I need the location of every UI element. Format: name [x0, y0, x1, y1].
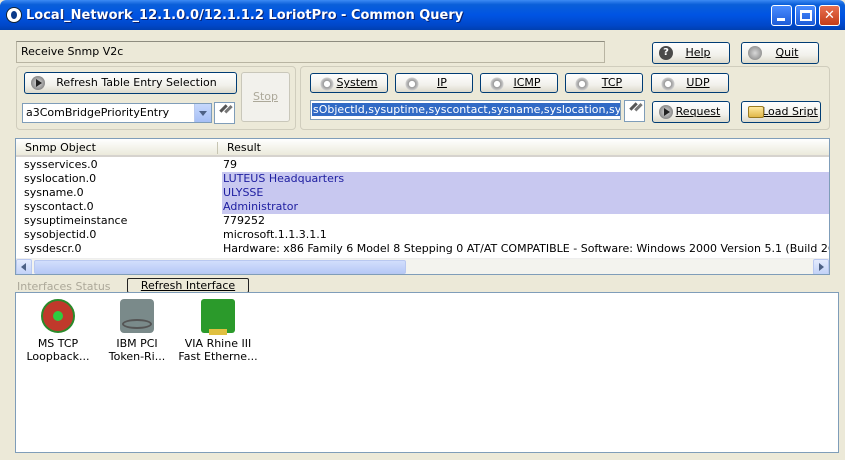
table-row[interactable]: syslocation.0 LUTEUS Headquarters	[16, 172, 829, 186]
tcp-button[interactable]: TCP	[565, 73, 643, 93]
request-button[interactable]: Request	[652, 101, 730, 123]
scroll-thumb[interactable]	[34, 260, 406, 274]
help-button[interactable]: ? Help	[652, 42, 730, 64]
play-icon	[659, 105, 673, 119]
help-icon: ?	[659, 46, 673, 60]
row-result: 779252	[223, 214, 265, 227]
interface-name-line2: Token-Ri...	[108, 350, 166, 363]
app-icon[interactable]	[6, 7, 22, 23]
minimize-icon	[777, 18, 785, 21]
row-object: syscontact.0	[24, 200, 94, 213]
stop-button[interactable]: Stop	[241, 72, 290, 122]
quit-button[interactable]: Quit	[741, 42, 819, 64]
interface-name-line2: Loopback...	[26, 350, 90, 363]
row-object: sysuptimeinstance	[24, 214, 128, 227]
quit-icon	[748, 46, 762, 60]
ip-button[interactable]: IP	[395, 73, 473, 93]
interface-item[interactable]: MS TCP Loopback...	[13, 299, 103, 363]
title-bar: Local_Network_12.1.0.0/12.1.1.2 LoriotPr…	[0, 0, 845, 30]
interface-name-line1: MS TCP	[37, 337, 79, 350]
table-row[interactable]: sysname.0 ULYSSE	[16, 186, 829, 200]
row-object: sysservices.0	[24, 158, 98, 171]
icmp-button[interactable]: ICMP	[480, 73, 558, 93]
column-header-result[interactable]: Result	[227, 141, 261, 154]
interfaces-panel: MS TCP Loopback... IBM PCI Token-Ri... V…	[15, 292, 839, 453]
status-field: Receive Snmp V2c	[16, 41, 605, 63]
interface-name-line1: VIA Rhine III	[184, 337, 252, 350]
refresh-interfaces-button[interactable]: Refresh Interface Status	[127, 278, 249, 305]
maximize-button[interactable]	[795, 5, 816, 26]
scroll-right-icon[interactable]	[813, 259, 829, 274]
loopback-interface-icon	[41, 299, 75, 333]
interface-name-line2: Fast Etherne...	[178, 350, 258, 363]
row-object: sysname.0	[24, 186, 84, 199]
refresh-table-label: Refresh Table Entry Selection	[56, 76, 217, 89]
table-entry-select[interactable]: a3ComBridgePriorityEntry	[22, 103, 212, 123]
play-icon	[31, 76, 45, 90]
row-result: microsoft.1.1.3.1.1	[223, 228, 327, 241]
token-ring-interface-icon	[120, 299, 154, 333]
ethernet-interface-icon	[201, 299, 235, 335]
oid-tool-button[interactable]	[624, 100, 645, 122]
gear-icon	[574, 76, 590, 92]
udp-label: UDP	[686, 76, 710, 89]
interface-item[interactable]: IBM PCI Token-Ri...	[92, 299, 182, 363]
maximize-icon	[800, 10, 812, 21]
row-result: Hardware: x86 Family 6 Model 8 Stepping …	[223, 242, 829, 255]
chevron-down-icon[interactable]	[194, 104, 211, 122]
gear-icon	[319, 76, 335, 92]
table-row[interactable]: sysservices.0 79	[16, 158, 829, 172]
table-row[interactable]: sysdescr.0 Hardware: x86 Family 6 Model …	[16, 242, 829, 256]
close-button[interactable]: ✕	[819, 5, 840, 26]
row-object: sysobjectid.0	[24, 228, 97, 241]
help-label: Help	[685, 46, 711, 59]
oid-input-value: sObjectId,sysuptime,syscontact,sysname,s…	[312, 103, 620, 116]
udp-button[interactable]: UDP	[651, 73, 729, 93]
system-button[interactable]: System	[310, 73, 388, 93]
quit-label: Quit	[775, 46, 799, 59]
row-result: ULYSSE	[222, 186, 829, 200]
tcp-label: TCP	[601, 76, 623, 89]
load-script-button[interactable]: Load Sript	[741, 101, 821, 123]
close-icon: ✕	[824, 8, 835, 23]
minimize-button[interactable]	[771, 5, 792, 26]
column-header-object[interactable]: Snmp Object	[25, 141, 96, 154]
window-title: Local_Network_12.1.0.0/12.1.1.2 LoriotPr…	[26, 8, 464, 23]
row-result: Administrator	[222, 200, 829, 214]
column-divider[interactable]	[217, 142, 218, 154]
row-object: sysdescr.0	[24, 242, 82, 255]
horizontal-scrollbar[interactable]	[16, 258, 829, 274]
results-table[interactable]: Snmp Object Result sysservices.0 79 sysl…	[15, 138, 830, 275]
interface-item[interactable]: VIA Rhine III Fast Etherne...	[173, 299, 263, 363]
gear-icon	[660, 76, 676, 92]
scroll-left-icon[interactable]	[16, 259, 32, 274]
table-row[interactable]: syscontact.0 Administrator	[16, 200, 829, 214]
table-entry-tool-button[interactable]	[214, 102, 235, 124]
folder-icon	[748, 106, 764, 118]
table-entry-value: a3ComBridgePriorityEntry	[26, 106, 170, 119]
table-row[interactable]: sysobjectid.0 microsoft.1.1.3.1.1	[16, 228, 829, 242]
refresh-table-button[interactable]: Refresh Table Entry Selection	[24, 72, 237, 94]
table-row[interactable]: sysuptimeinstance 779252	[16, 214, 829, 228]
ip-label: IP	[437, 76, 447, 89]
row-result: LUTEUS Headquarters	[222, 172, 829, 186]
results-header: Snmp Object Result	[16, 139, 829, 157]
row-object: syslocation.0	[24, 172, 97, 185]
oid-input[interactable]: sObjectId,sysuptime,syscontact,sysname,s…	[310, 100, 621, 120]
stop-label: Stop	[252, 90, 278, 103]
interface-name-line1: IBM PCI	[116, 337, 158, 350]
gear-icon	[404, 76, 420, 92]
row-result: 79	[223, 158, 237, 171]
gear-icon	[489, 76, 505, 92]
